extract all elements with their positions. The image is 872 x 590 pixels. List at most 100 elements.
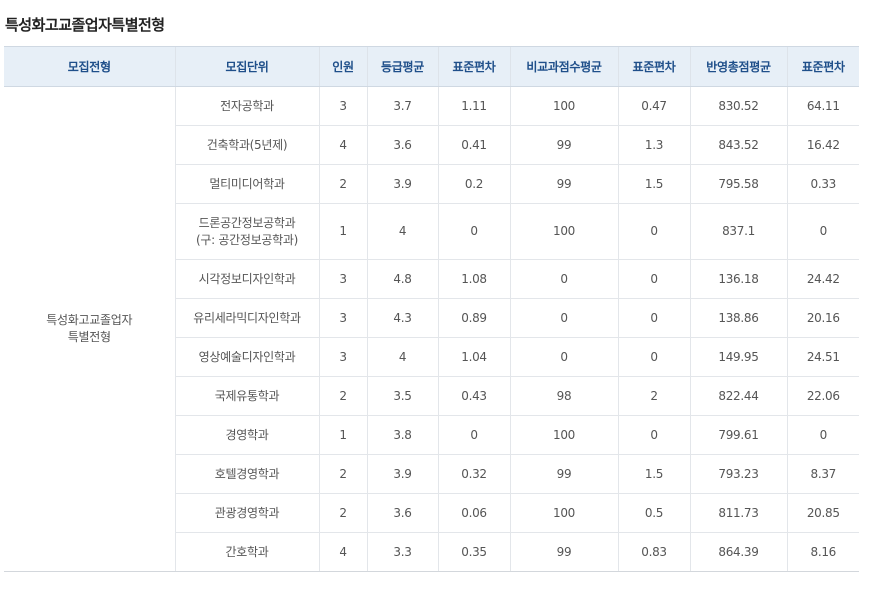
cell-extra-avg: 99 <box>509 164 618 204</box>
group-label-line1: 특성화고교졸업자 <box>46 313 133 327</box>
cell-extra-avg: 100 <box>509 86 618 126</box>
table-row: 특성화고교졸업자 특별전형 전자공학과 3 3.7 1.11 100 0.47 … <box>4 86 859 572</box>
cell-grade-sd: 1.11 <box>437 86 510 126</box>
cell-extra-sd: 1.5 <box>617 454 690 494</box>
cell-unit: 전자공학과 <box>174 86 319 126</box>
cell-total-avg: 843.52 <box>689 125 787 165</box>
cell-total-sd: 24.42 <box>786 259 859 299</box>
cell-grade-avg: 3.9 <box>366 164 438 204</box>
cell-grade-avg: 4.8 <box>366 259 438 299</box>
cell-grade-avg: 4 <box>366 337 438 377</box>
cell-count: 1 <box>318 203 367 260</box>
cell-unit: 멀티미디어학과 <box>174 164 319 204</box>
cell-count: 4 <box>318 532 367 572</box>
cell-count: 2 <box>318 454 367 494</box>
column-header-total-avg: 반영총점평균 <box>689 46 787 87</box>
cell-extra-avg: 98 <box>509 376 618 416</box>
unit-former-name: (구: 공간정보공학과) <box>196 232 298 247</box>
cell-total-sd: 0 <box>786 203 859 260</box>
cell-extra-sd: 1.3 <box>617 125 690 165</box>
cell-grade-avg: 3.3 <box>366 532 438 572</box>
group-label-line2: 특별전형 <box>67 330 111 344</box>
cell-extra-sd: 0 <box>617 415 690 455</box>
cell-extra-sd: 0 <box>617 203 690 260</box>
cell-grade-avg: 3.6 <box>366 493 438 533</box>
column-header-extra-sd: 표준편차 <box>617 46 690 87</box>
cell-total-avg: 149.95 <box>689 337 787 377</box>
cell-grade-avg: 3.8 <box>366 415 438 455</box>
cell-count: 3 <box>318 298 367 338</box>
cell-extra-avg: 99 <box>509 454 618 494</box>
cell-unit: 관광경영학과 <box>174 493 319 533</box>
cell-grade-sd: 0.2 <box>437 164 510 204</box>
cell-grade-sd: 0.35 <box>437 532 510 572</box>
cell-grade-avg: 3.9 <box>366 454 438 494</box>
cell-count: 3 <box>318 86 367 126</box>
cell-grade-avg: 3.6 <box>366 125 438 165</box>
cell-grade-avg: 3.7 <box>366 86 438 126</box>
cell-extra-avg: 0 <box>509 337 618 377</box>
cell-unit: 영상예술디자인학과 <box>174 337 319 377</box>
page-title: 특성화고교졸업자특별전형 <box>5 16 165 34</box>
cell-total-sd: 16.42 <box>786 125 859 165</box>
cell-total-sd: 64.11 <box>786 86 859 126</box>
column-header-unit: 모집단위 <box>174 46 319 87</box>
cell-grade-sd: 0.41 <box>437 125 510 165</box>
cell-grade-sd: 0.43 <box>437 376 510 416</box>
cell-total-sd: 20.16 <box>786 298 859 338</box>
cell-total-avg: 822.44 <box>689 376 787 416</box>
cell-count: 2 <box>318 493 367 533</box>
group-label-cell: 특성화고교졸업자 특별전형 <box>4 86 175 572</box>
cell-unit: 건축학과(5년제) <box>174 125 319 165</box>
cell-extra-sd: 2 <box>617 376 690 416</box>
cell-unit: 호텔경영학과 <box>174 454 319 494</box>
cell-count: 1 <box>318 415 367 455</box>
page: 특성화고교졸업자특별전형 모집전형 모집단위 인원 등급평균 표준편차 비교과점… <box>0 0 872 590</box>
cell-total-avg: 138.86 <box>689 298 787 338</box>
table-header-row: 모집전형 모집단위 인원 등급평균 표준편차 비교과점수평균 표준편차 반영총점… <box>4 46 859 87</box>
admission-results-table: 모집전형 모집단위 인원 등급평균 표준편차 비교과점수평균 표준편차 반영총점… <box>4 46 859 572</box>
cell-total-avg: 799.61 <box>689 415 787 455</box>
cell-extra-avg: 99 <box>509 125 618 165</box>
cell-extra-sd: 0.5 <box>617 493 690 533</box>
cell-total-sd: 20.85 <box>786 493 859 533</box>
cell-unit: 시각정보디자인학과 <box>174 259 319 299</box>
cell-extra-sd: 0.83 <box>617 532 690 572</box>
cell-count: 2 <box>318 164 367 204</box>
cell-grade-sd: 1.04 <box>437 337 510 377</box>
cell-extra-avg: 100 <box>509 415 618 455</box>
cell-grade-sd: 0.06 <box>437 493 510 533</box>
cell-total-avg: 830.52 <box>689 86 787 126</box>
column-header-admission-type: 모집전형 <box>4 46 175 87</box>
cell-total-sd: 22.06 <box>786 376 859 416</box>
cell-total-avg: 811.73 <box>689 493 787 533</box>
cell-count: 3 <box>318 259 367 299</box>
cell-total-avg: 837.1 <box>689 203 787 260</box>
cell-extra-avg: 100 <box>509 493 618 533</box>
cell-extra-sd: 0.47 <box>617 86 690 126</box>
cell-extra-sd: 1.5 <box>617 164 690 204</box>
cell-unit: 드론공간정보공학과 (구: 공간정보공학과) <box>174 203 319 260</box>
cell-grade-sd: 0.32 <box>437 454 510 494</box>
cell-total-avg: 136.18 <box>689 259 787 299</box>
cell-grade-avg: 3.5 <box>366 376 438 416</box>
column-header-count: 인원 <box>318 46 367 87</box>
cell-total-avg: 864.39 <box>689 532 787 572</box>
cell-grade-avg: 4.3 <box>366 298 438 338</box>
cell-extra-avg: 100 <box>509 203 618 260</box>
cell-grade-sd: 0 <box>437 415 510 455</box>
cell-grade-avg: 4 <box>366 203 438 260</box>
column-header-total-sd: 표준편차 <box>786 46 859 87</box>
cell-unit: 간호학과 <box>174 532 319 572</box>
cell-unit: 국제유통학과 <box>174 376 319 416</box>
cell-unit: 경영학과 <box>174 415 319 455</box>
cell-total-avg: 793.23 <box>689 454 787 494</box>
cell-grade-sd: 1.08 <box>437 259 510 299</box>
cell-grade-sd: 0 <box>437 203 510 260</box>
column-header-grade-avg: 등급평균 <box>366 46 438 87</box>
cell-extra-sd: 0 <box>617 337 690 377</box>
cell-extra-avg: 99 <box>509 532 618 572</box>
cell-total-avg: 795.58 <box>689 164 787 204</box>
column-header-grade-sd: 표준편차 <box>437 46 510 87</box>
cell-extra-avg: 0 <box>509 259 618 299</box>
